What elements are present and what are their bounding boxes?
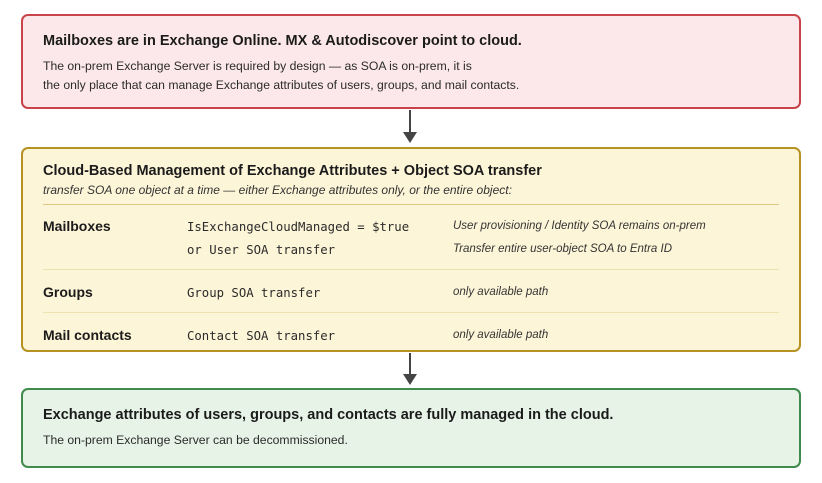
arrow-head-icon [403, 132, 417, 143]
row-note-mail-contacts: only available path [453, 329, 549, 341]
row-note-groups: only available path [453, 286, 549, 298]
cloud-managed-heading: Exchange attributes of users, groups, an… [43, 407, 614, 423]
on-prem-soa-heading: Mailboxes are in Exchange Online. MX & A… [43, 33, 522, 49]
table-row-mailboxes: Mailboxes IsExchangeCloudManaged = $true… [43, 205, 779, 270]
on-prem-soa-box: Mailboxes are in Exchange Online. MX & A… [21, 14, 801, 109]
row-code-mailboxes-1: IsExchangeCloudManaged = $true [187, 220, 410, 234]
cloud-managed-body: The on-prem Exchange Server can be decom… [43, 433, 348, 447]
row-label-mail-contacts: Mail contacts [43, 327, 132, 343]
row-code-mailboxes-2: or User SOA transfer [187, 243, 336, 257]
row-note-mailboxes-2: Transfer entire user-object SOA to Entra… [453, 243, 673, 255]
cloud-management-box: Cloud-Based Management of Exchange Attri… [21, 147, 801, 352]
row-label-groups: Groups [43, 284, 93, 300]
row-code-mail-contacts: Contact SOA transfer [187, 329, 336, 343]
on-prem-soa-body: The on-prem Exchange Server is required … [43, 57, 779, 95]
table-row-groups: Groups Group SOA transfer only available… [43, 270, 779, 313]
cloud-management-heading: Cloud-Based Management of Exchange Attri… [43, 163, 542, 179]
cloud-management-subtitle: transfer SOA one object at a time — eith… [43, 183, 512, 197]
row-label-mailboxes: Mailboxes [43, 218, 111, 234]
arrow-head-icon [403, 374, 417, 385]
on-prem-soa-body-line-2: the only place that can manage Exchange … [43, 78, 520, 92]
object-type-table: Mailboxes IsExchangeCloudManaged = $true… [43, 205, 779, 353]
row-code-groups: Group SOA transfer [187, 286, 321, 300]
table-row-mail-contacts: Mail contacts Contact SOA transfer only … [43, 313, 779, 353]
on-prem-soa-body-line-1: The on-prem Exchange Server is required … [43, 59, 472, 73]
cloud-managed-box: Exchange attributes of users, groups, an… [21, 388, 801, 468]
row-note-mailboxes-1: User provisioning / Identity SOA remains… [453, 220, 706, 232]
